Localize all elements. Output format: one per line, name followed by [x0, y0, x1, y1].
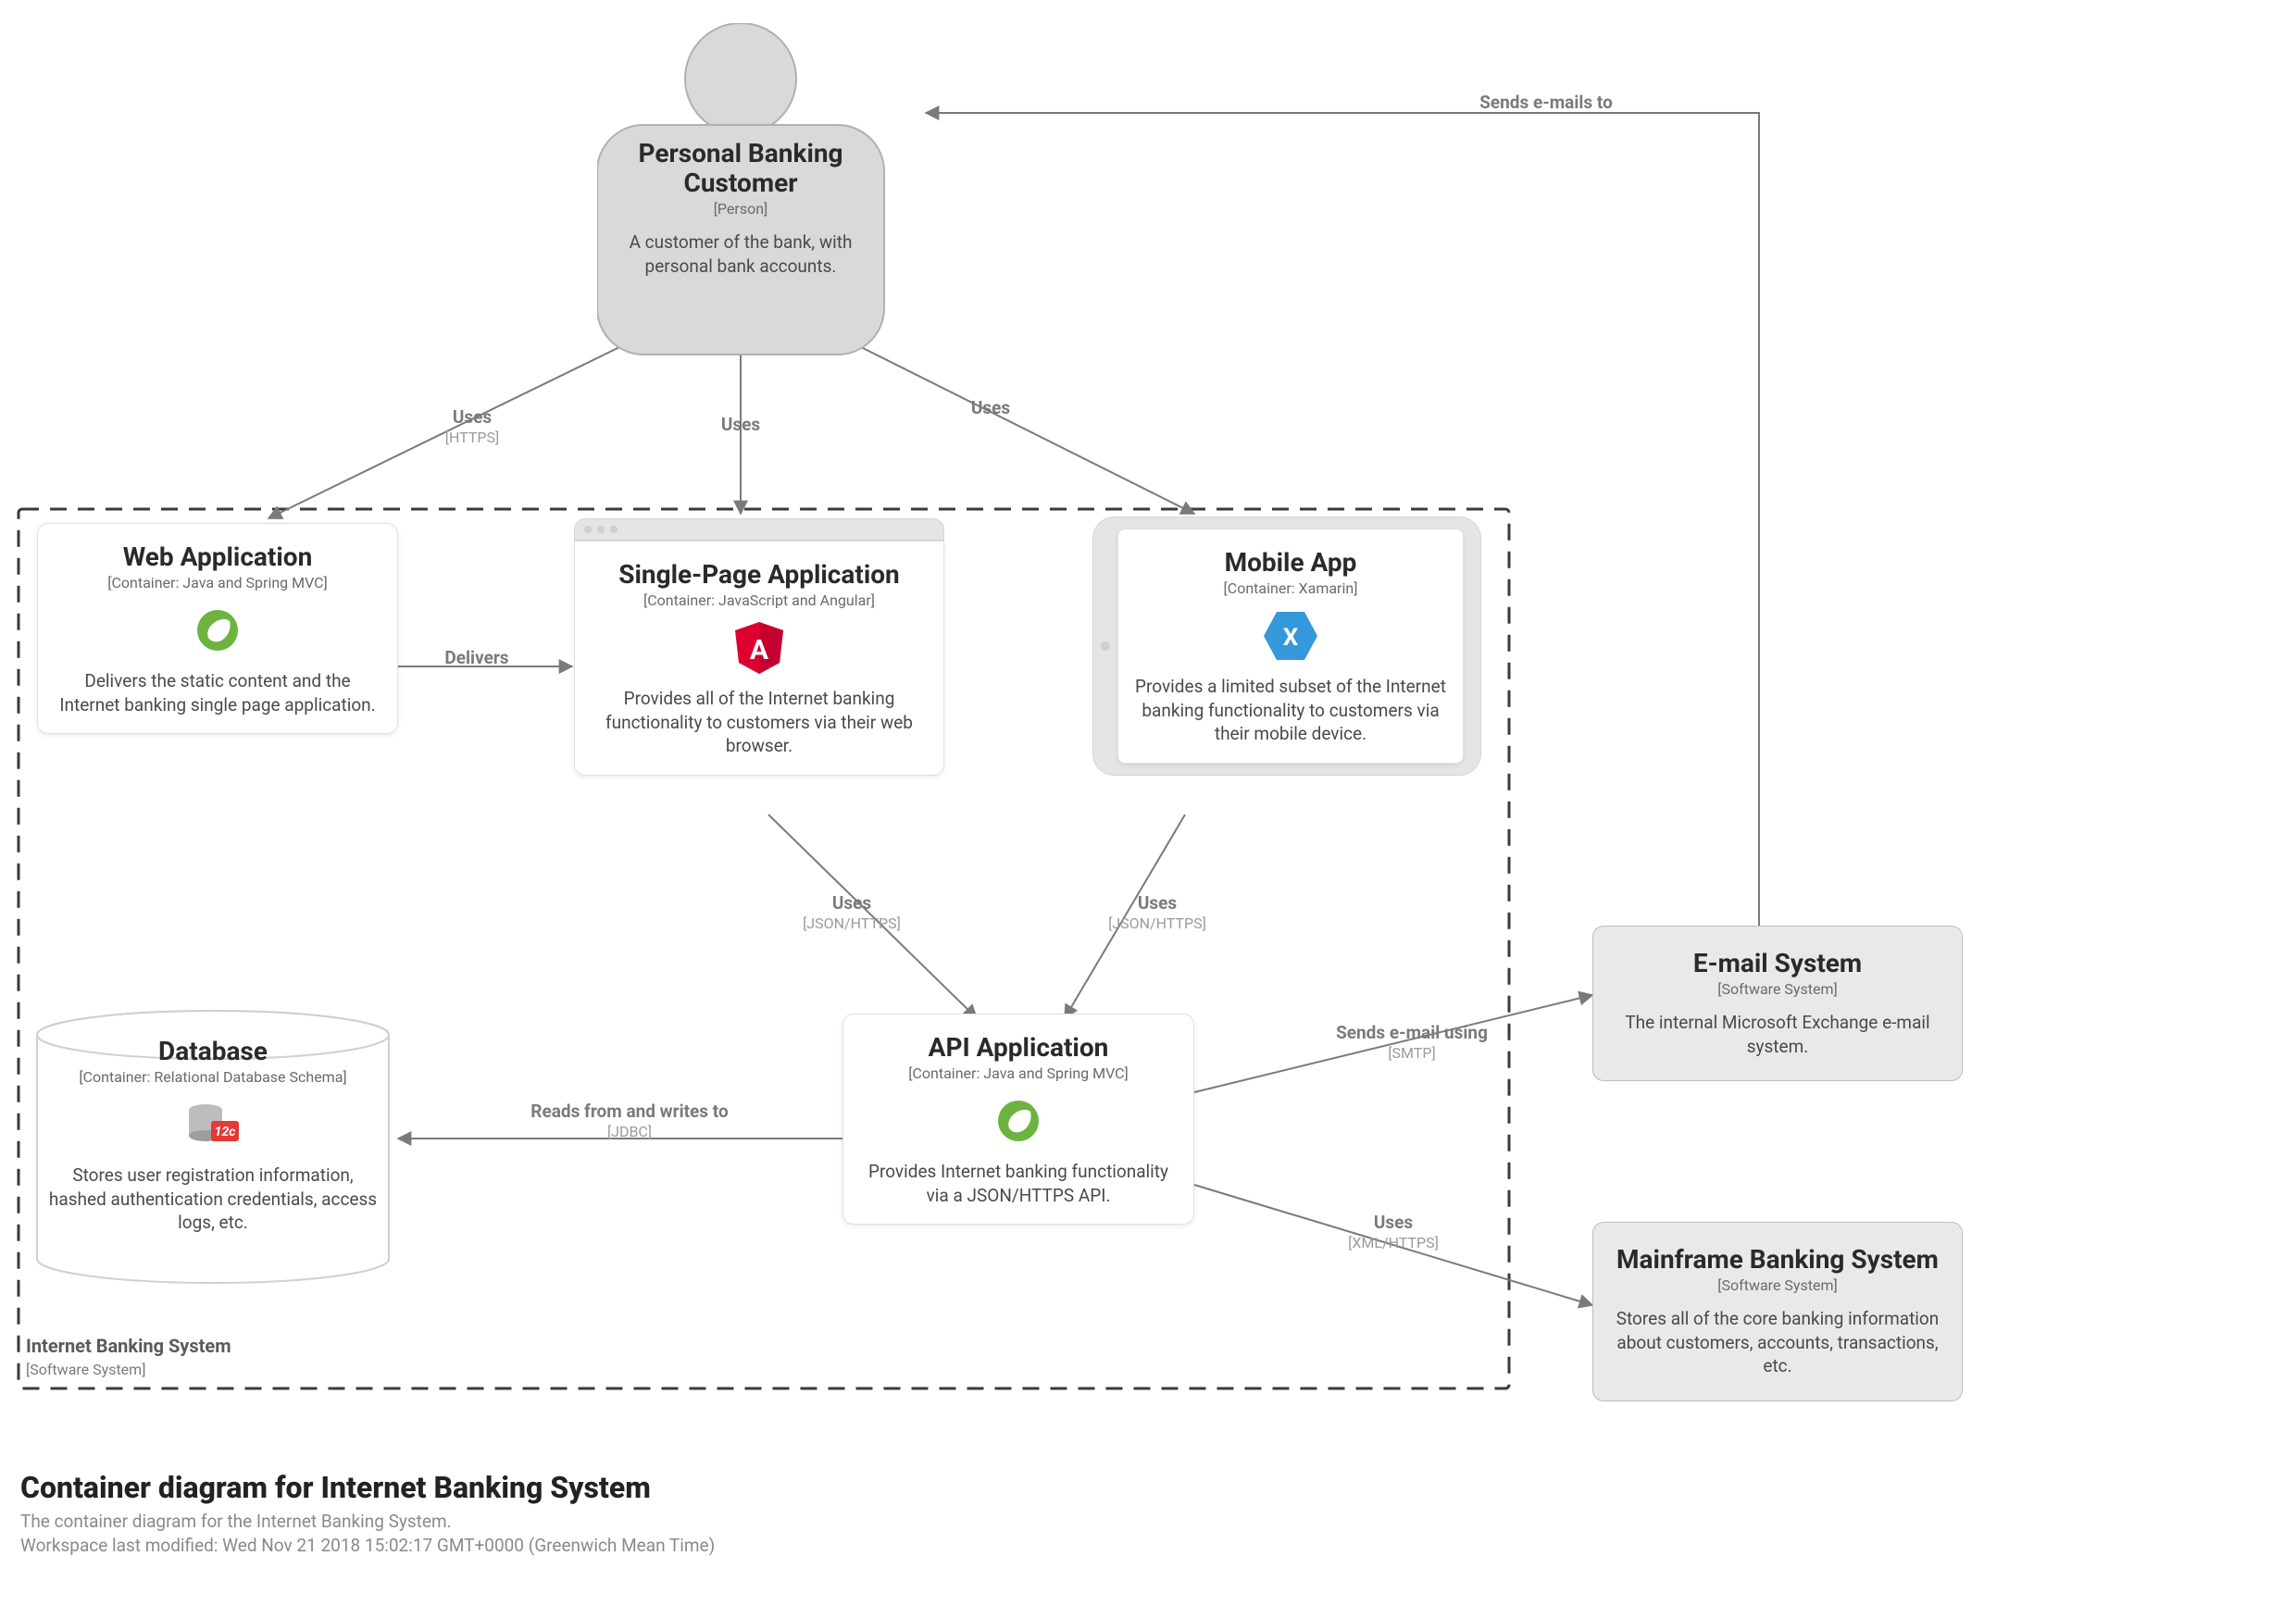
mobile-wrapper: Mobile App [Container: Xamarin] X Provid… — [1092, 517, 1481, 776]
spring-icon — [55, 604, 381, 656]
web-title: Web Application — [55, 542, 381, 572]
person-desc: A customer of the bank, with personal ba… — [606, 230, 875, 278]
api-subtitle: [Container: Java and Spring MVC] — [860, 1064, 1177, 1082]
footer-line1: The container diagram for the Internet B… — [20, 1511, 452, 1532]
svg-text:12c: 12c — [215, 1125, 236, 1139]
edge-person-mobile — [833, 333, 1194, 514]
angular-icon: A — [592, 622, 927, 674]
edge-label-uses-web: Uses [HTTPS] — [426, 407, 518, 446]
edge-label-sends-emails-to: Sends e-mails to — [1426, 93, 1666, 114]
mainframe-subtitle: [Software System] — [1612, 1276, 1943, 1294]
email-title: E-mail System — [1612, 949, 1943, 978]
spa-wrapper: Single-Page Application [Container: Java… — [574, 518, 944, 776]
db-title: Database — [43, 1037, 383, 1066]
database-node: Database [Container: Relational Database… — [43, 1037, 383, 1235]
mainframe-desc: Stores all of the core banking informati… — [1612, 1307, 1943, 1378]
footer-title: Container diagram for Internet Banking S… — [20, 1470, 651, 1505]
edge-label-delivers: Delivers — [407, 648, 546, 669]
email-subtitle: [Software System] — [1612, 980, 1943, 998]
web-subtitle: [Container: Java and Spring MVC] — [55, 574, 381, 591]
boundary-sublabel: [Software System] — [26, 1361, 145, 1378]
api-title: API Application — [860, 1033, 1177, 1063]
edge-label-sends-email-using: Sends e-mail using [SMTP] — [1310, 1023, 1514, 1062]
mainframe-title: Mainframe Banking System — [1612, 1245, 1943, 1275]
oracle-db-icon: 12c — [43, 1099, 383, 1151]
edge-label-uses-mainframe: Uses [XML/HTTPS] — [1310, 1213, 1477, 1251]
person-title: Personal Banking Customer — [606, 139, 875, 198]
spa-desc: Provides all of the Internet banking fun… — [592, 687, 927, 758]
db-subtitle: [Container: Relational Database Schema] — [43, 1068, 383, 1086]
svg-text:A: A — [750, 634, 769, 666]
footer-line2: Workspace last modified: Wed Nov 21 2018… — [20, 1535, 715, 1556]
spa-title: Single-Page Application — [592, 560, 927, 590]
edge-label-uses-api-mobile: Uses [JSON/HTTPS] — [1074, 893, 1241, 932]
web-desc: Delivers the static content and the Inte… — [55, 669, 381, 716]
mobile-subtitle: [Container: Xamarin] — [1135, 579, 1446, 597]
person-subtitle: [Person] — [606, 200, 875, 218]
mainframe-system-node: Mainframe Banking System [Software Syste… — [1592, 1222, 1963, 1401]
db-desc: Stores user registration information, ha… — [43, 1164, 383, 1235]
edge-label-reads-writes: Reads from and writes to [JDBC] — [514, 1101, 745, 1140]
edge-label-uses-api-spa: Uses [JSON/HTTPS] — [768, 893, 935, 932]
boundary-label: Internet Banking System — [26, 1335, 231, 1357]
spa-subtitle: [Container: JavaScript and Angular] — [592, 591, 927, 609]
web-application-node: Web Application [Container: Java and Spr… — [37, 523, 398, 734]
person-node: Personal Banking Customer [Person] A cus… — [606, 139, 875, 279]
edge-label-uses-mobile: Uses — [935, 398, 1046, 419]
email-desc: The internal Microsoft Exchange e-mail s… — [1612, 1011, 1943, 1058]
api-application-node: API Application [Container: Java and Spr… — [842, 1014, 1194, 1225]
xamarin-icon: X — [1135, 610, 1446, 662]
api-desc: Provides Internet banking functionality … — [860, 1160, 1177, 1207]
svg-text:X: X — [1283, 624, 1299, 652]
email-system-node: E-mail System [Software System] The inte… — [1592, 926, 1963, 1081]
mobile-title: Mobile App — [1135, 548, 1446, 578]
spring-icon — [860, 1095, 1177, 1147]
edge-label-uses-spa: Uses — [685, 415, 796, 436]
mobile-desc: Provides a limited subset of the Interne… — [1135, 675, 1446, 746]
